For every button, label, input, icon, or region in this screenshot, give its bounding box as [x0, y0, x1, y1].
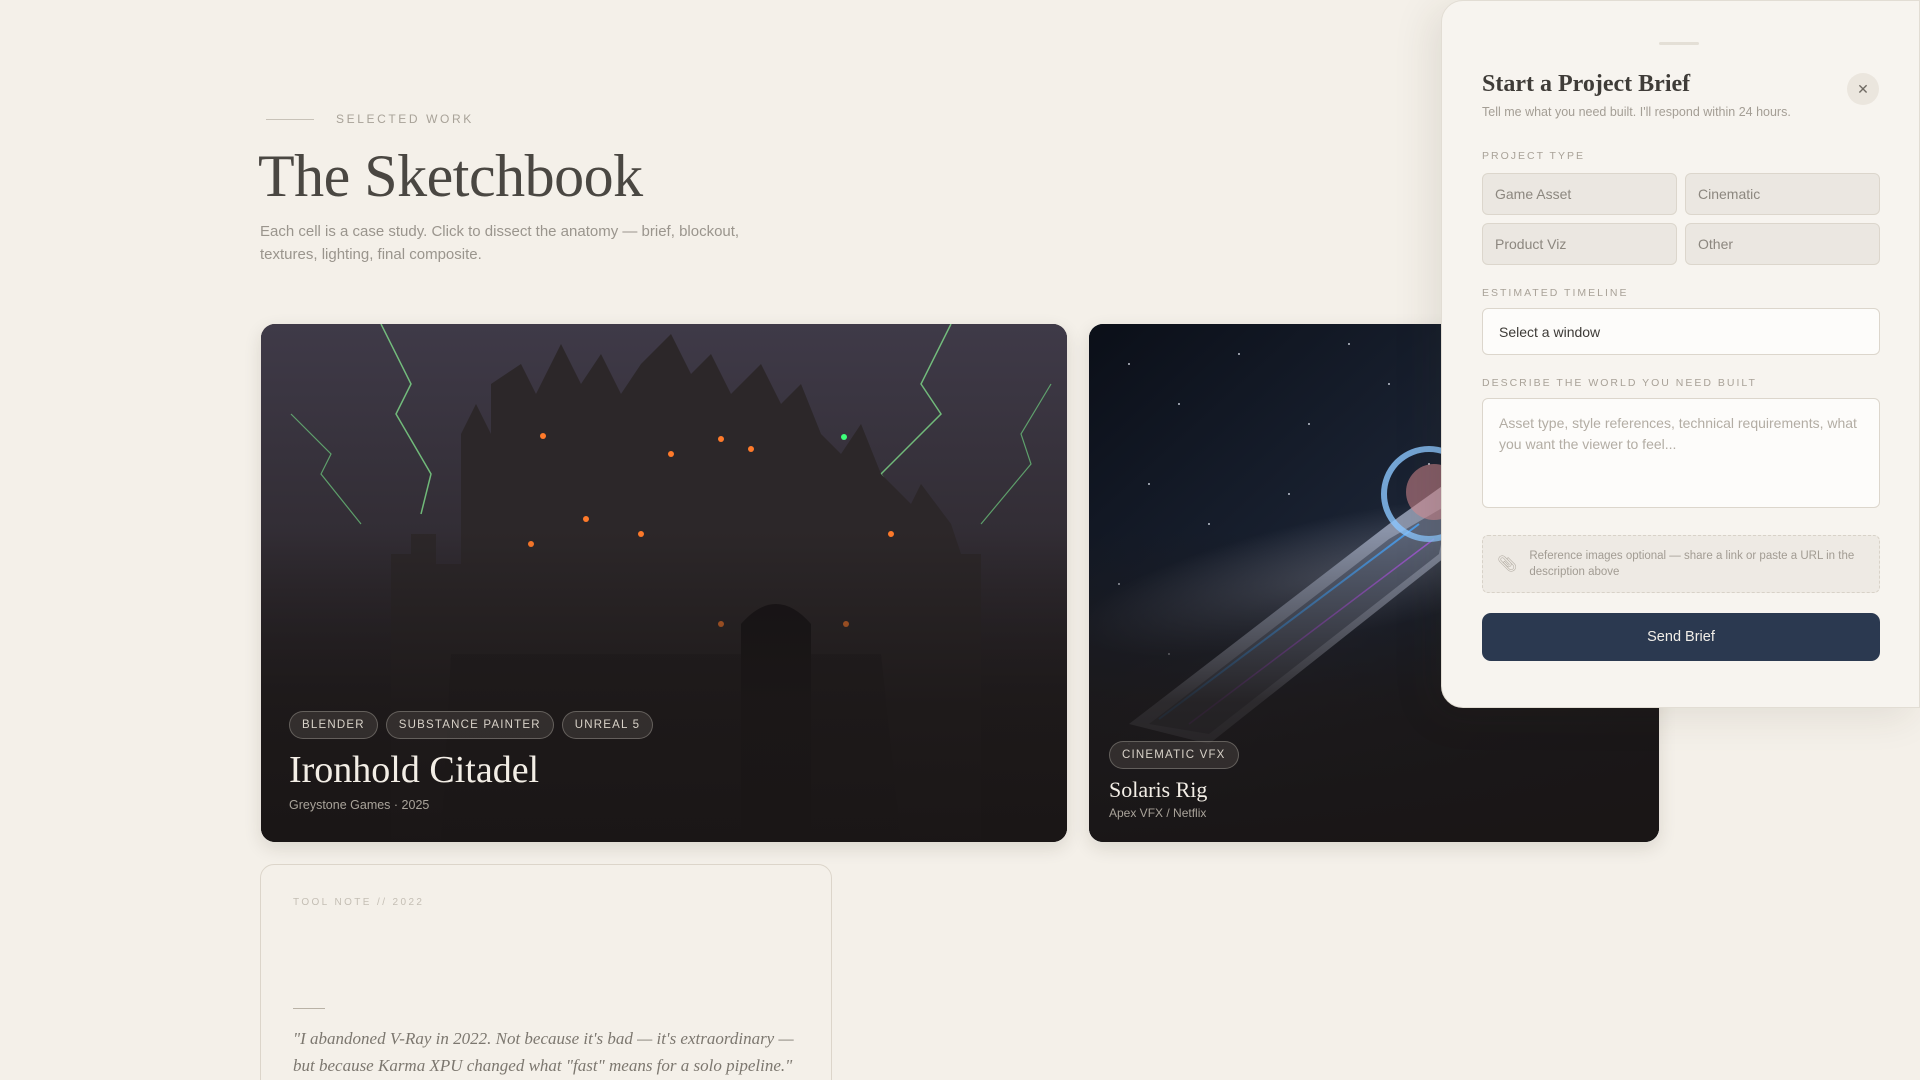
close-icon: ✕ [1857, 80, 1869, 97]
project-brief-drawer: Start a Project Brief Tell me what you n… [1441, 0, 1920, 708]
tag-unreal-5: UNREAL 5 [561, 711, 654, 739]
type-option-other[interactable]: Other [1685, 223, 1880, 265]
tag-substance-painter: SUBSTANCE PAINTER [385, 711, 554, 739]
card-title: Solaris Rig [1109, 777, 1208, 802]
describe-textarea[interactable]: Asset type, style references, technical … [1482, 398, 1880, 508]
card-meta: Greystone Games · 2025 [289, 798, 430, 812]
drawer-title: Start a Project Brief [1482, 71, 1691, 97]
section-eyebrow: SELECTED WORK [266, 112, 474, 126]
project-type-label: PROJECT TYPE [1482, 150, 1585, 162]
page-title: The Sketchbook [258, 143, 643, 209]
tag-list: CINEMATIC VFX [1109, 741, 1239, 769]
timeline-select[interactable]: Select a window [1482, 308, 1880, 355]
card-meta: Apex VFX / Netflix [1109, 806, 1207, 820]
note-label: TOOL NOTE // 2022 [293, 897, 425, 908]
tool-note-card[interactable]: TOOL NOTE // 2022 "I abandoned V-Ray in … [260, 864, 832, 1080]
tag-blender: BLENDER [289, 711, 378, 739]
drawer-subtitle: Tell me what you need built. I'll respon… [1482, 105, 1791, 119]
note-quote: "I abandoned V-Ray in 2022. Not because … [293, 1029, 794, 1075]
close-button[interactable]: ✕ [1847, 73, 1879, 105]
card-title: Ironhold Citadel [289, 749, 540, 791]
card-shade [261, 531, 1067, 842]
timeline-label: ESTIMATED TIMELINE [1482, 287, 1629, 299]
eyebrow-text: SELECTED WORK [336, 112, 474, 126]
describe-placeholder: Asset type, style references, technical … [1499, 415, 1857, 452]
eyebrow-rule [266, 118, 314, 120]
tag-list: BLENDER SUBSTANCE PAINTER UNREAL 5 [289, 711, 654, 739]
reference-note: 📎︎ Reference images optional — share a l… [1482, 535, 1880, 593]
paperclip-icon: 📎︎ [1497, 556, 1518, 573]
send-brief-button[interactable]: Send Brief [1482, 613, 1880, 661]
page-subtitle: Each cell is a case study. Click to diss… [260, 223, 740, 263]
describe-label: DESCRIBE THE WORLD YOU NEED BUILT [1482, 377, 1757, 389]
note-rule [293, 1008, 325, 1009]
drag-handle[interactable] [1659, 42, 1699, 45]
type-option-cinematic[interactable]: Cinematic [1685, 173, 1880, 215]
tag-cinematic-vfx: CINEMATIC VFX [1109, 741, 1239, 769]
timeline-value: Select a window [1499, 323, 1601, 340]
case-study-card-ironhold[interactable]: BLENDER SUBSTANCE PAINTER UNREAL 5 Ironh… [261, 324, 1067, 842]
type-option-product-viz[interactable]: Product Viz [1482, 223, 1677, 265]
type-option-game-asset[interactable]: Game Asset [1482, 173, 1677, 215]
reference-note-text: Reference images optional — share a link… [1529, 550, 1855, 578]
